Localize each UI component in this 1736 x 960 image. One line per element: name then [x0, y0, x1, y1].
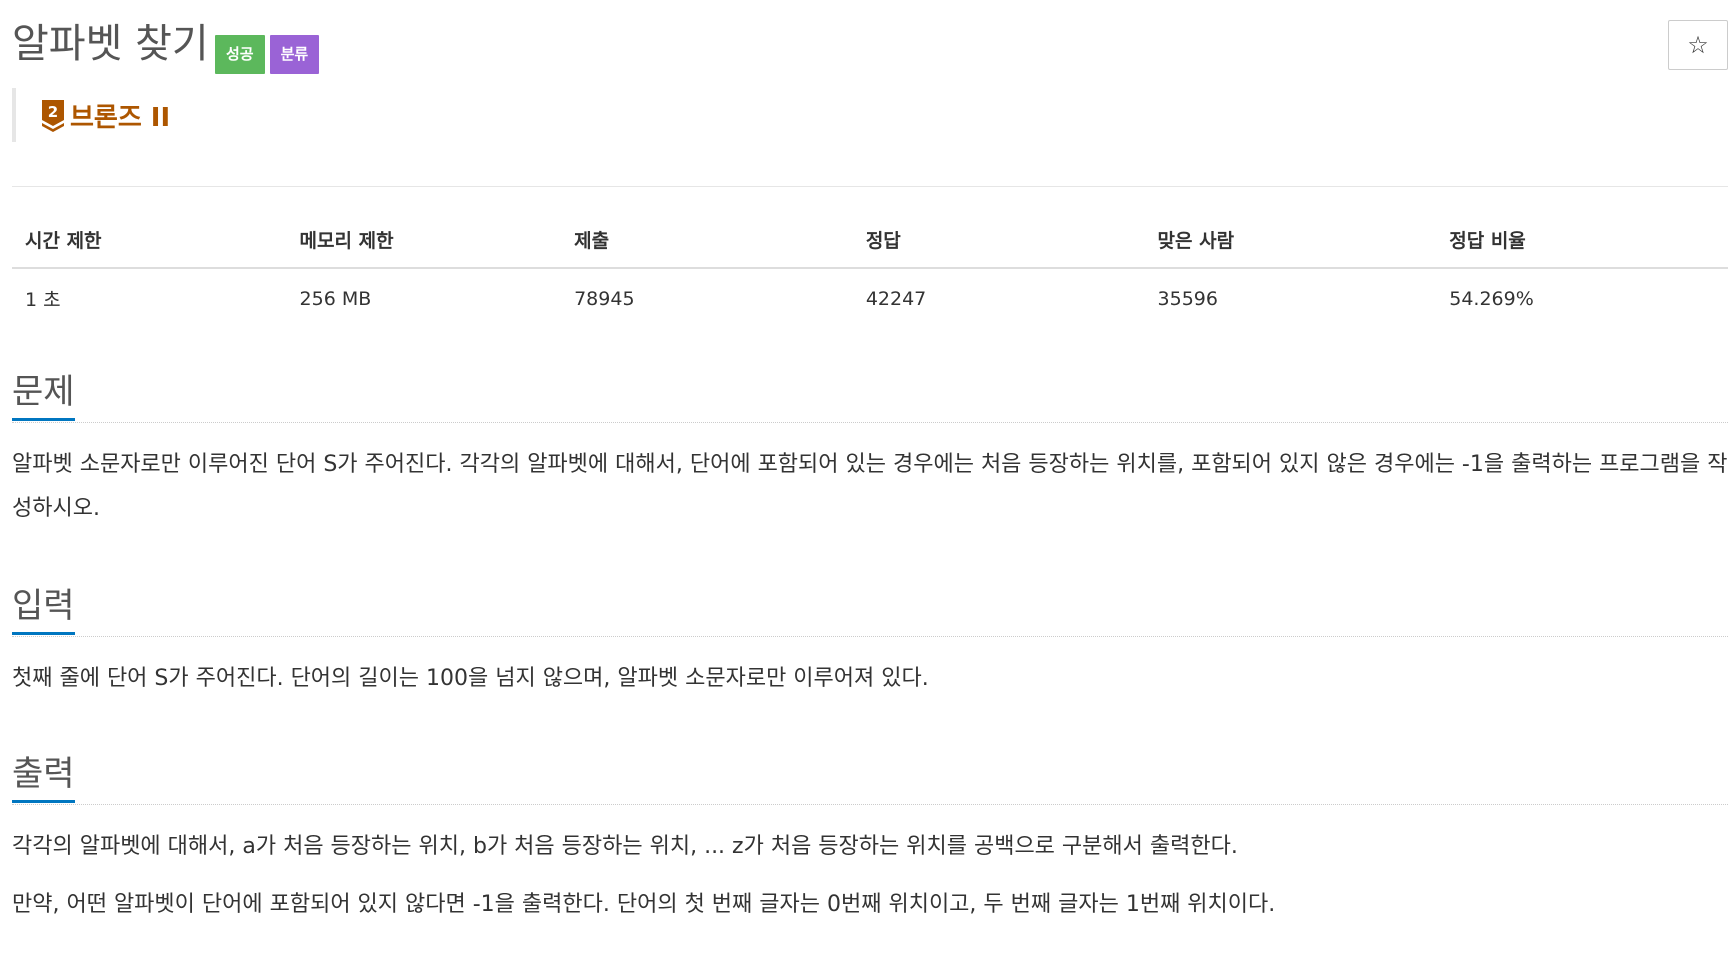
status-badge-success[interactable]: 성공 — [215, 35, 265, 74]
tier-label[interactable]: 브론즈 II — [70, 97, 170, 134]
cell-accepted: 42247 — [865, 287, 927, 310]
section-header: 출력 — [12, 750, 1728, 805]
section-output: 출력 각각의 알파벳에 대해서, a가 처음 등장하는 위치, b가 처음 등장… — [12, 750, 1728, 941]
header-accepted: 정답 — [852, 218, 1145, 269]
output-paragraph-1: 각각의 알파벳에 대해서, a가 처음 등장하는 위치, b가 처음 등장하는 … — [12, 834, 1238, 859]
cell-memory-limit: 256 MB — [299, 287, 372, 310]
favorite-star-button[interactable]: ☆ — [1668, 20, 1728, 70]
cell-solved-users: 35596 — [1157, 287, 1218, 310]
input-body: 첫째 줄에 단어 S가 주어진다. 단어의 길이는 100을 넘지 않으며, 알… — [12, 637, 1728, 701]
section-title-description: 문제 — [12, 372, 75, 421]
status-badge-category[interactable]: 분류 — [269, 35, 320, 74]
cell-submissions: 78945 — [574, 287, 635, 310]
table-row: 1 초 256 MB 78945 42247 35596 54.269% — [12, 268, 1728, 328]
output-body: 각각의 알파벳에 대해서, a가 처음 등장하는 위치, b가 처음 등장하는 … — [12, 805, 1728, 927]
section-title-input: 입력 — [12, 586, 75, 635]
section-header: 문제 — [12, 368, 1728, 423]
header-time-limit: 시간 제한 — [12, 218, 287, 269]
info-header-row: 시간 제한 메모리 제한 제출 정답 맞은 사람 정답 비율 — [12, 218, 1728, 269]
header-accepted-ratio: 정답 비율 — [1436, 218, 1728, 269]
header-memory-limit: 메모리 제한 — [286, 218, 562, 269]
star-outline-icon: ☆ — [1687, 31, 1709, 59]
description-body: 알파벳 소문자로만 이루어진 단어 S가 주어진다. 각각의 알파벳에 대해서,… — [12, 423, 1728, 531]
tier-info: 2 브론즈 II — [12, 88, 170, 142]
section-title-output: 출력 — [12, 754, 75, 803]
problem-title: 알파벳 찾기 — [12, 21, 209, 67]
output-paragraph-2: 만약, 어떤 알파벳이 단어에 포함되어 있지 않다면 -1을 출력한다. 단어… — [12, 892, 1276, 917]
cell-accepted-ratio: 54.269% — [1449, 287, 1534, 310]
cell-time-limit: 1 초 — [25, 289, 61, 311]
input-paragraph: 첫째 줄에 단어 S가 주어진다. 단어의 길이는 100을 넘지 않으며, 알… — [12, 666, 929, 691]
description-paragraph: 알파벳 소문자로만 이루어진 단어 S가 주어진다. 각각의 알파벳에 대해서,… — [12, 452, 1728, 521]
bronze-2-tier-icon: 2 — [42, 100, 64, 132]
header-solved-users: 맞은 사람 — [1144, 218, 1437, 269]
problem-header: 알파벳 찾기 성공 분류 ☆ — [12, 0, 1728, 82]
header-submissions: 제출 — [561, 218, 853, 269]
problem-page: 알파벳 찾기 성공 분류 ☆ 2 브론즈 II 시간 제한 메모리 제한 제출 … — [12, 0, 1728, 917]
problem-badges: 성공 분류 — [215, 35, 320, 74]
section-input: 입력 첫째 줄에 단어 S가 주어진다. 단어의 길이는 100을 넘지 않으며… — [12, 582, 1728, 715]
tier-number: 2 — [48, 103, 58, 121]
section-header: 입력 — [12, 582, 1728, 637]
problem-info-table: 시간 제한 메모리 제한 제출 정답 맞은 사람 정답 비율 1 초 256 M… — [12, 218, 1728, 328]
header-divider — [12, 186, 1728, 187]
section-description: 문제 알파벳 소문자로만 이루어진 단어 S가 주어진다. 각각의 알파벳에 대… — [12, 368, 1728, 545]
